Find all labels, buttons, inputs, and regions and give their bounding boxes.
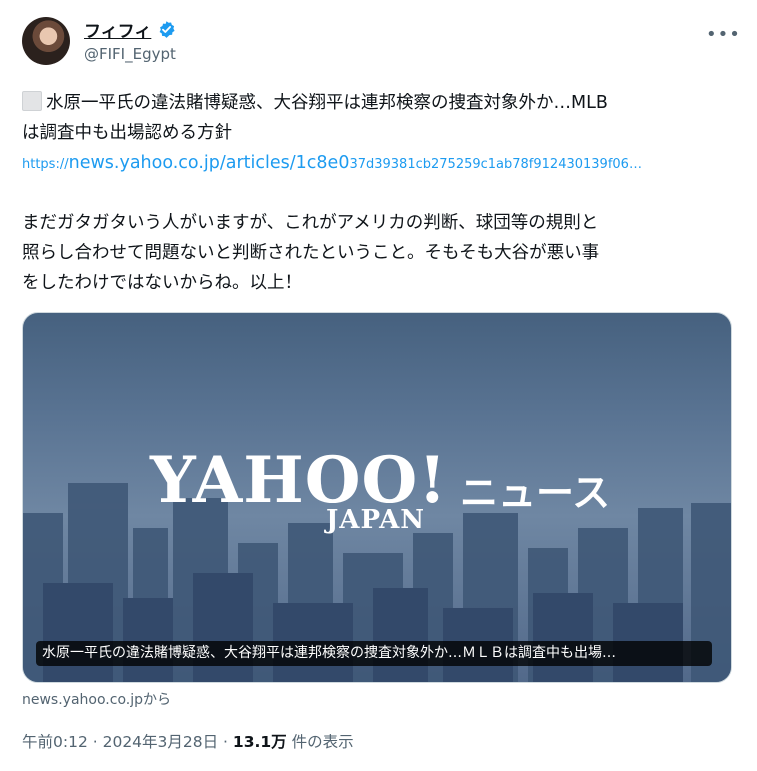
tweet-body-3: をしたわけではないからね。以上！ xyxy=(22,273,302,293)
tweet-date[interactable]: 2024年3月28日 xyxy=(103,733,219,751)
tweet-body-2: 照らし合わせて問題ないと判断されたということ。そもそも大谷が悪い事 xyxy=(22,243,600,263)
tweet-time[interactable]: 午前0:12 xyxy=(22,733,88,751)
tweet-meta: 午前0:12 · 2024年3月28日 · 13.1万 件の表示 xyxy=(22,730,354,752)
tweet-body-1: まだガタガタいう人がいますが、これがアメリカの判断、球団等の規則と xyxy=(22,213,599,233)
card-caption: 水原一平氏の違法賭博疑惑、大谷翔平は連邦検察の捜査対象外か…ＭＬＢは調査中も出場… xyxy=(36,641,712,666)
view-count: 13.1万 xyxy=(232,733,287,751)
card-source[interactable]: news.yahoo.co.jpから xyxy=(22,689,171,709)
newspaper-emoji-icon xyxy=(22,91,42,111)
author-handle[interactable]: @FIFI_Egypt xyxy=(84,45,176,63)
verified-badge-icon xyxy=(159,21,175,38)
logo-news-label: ニュース xyxy=(460,471,611,515)
article-link[interactable]: https://news.yahoo.co.jp/articles/1c8e03… xyxy=(22,153,642,173)
author-name[interactable]: フィフィ xyxy=(84,17,151,42)
logo-japan-label: JAPAN xyxy=(326,505,426,535)
meta-separator: · xyxy=(87,733,103,751)
link-rest: 37d39381cb275259c1ab78f912430139f06… xyxy=(349,157,642,172)
link-prefix: https:// xyxy=(22,157,69,172)
view-count-label: 件の表示 xyxy=(286,733,354,751)
more-dots-icon[interactable]: ••• xyxy=(706,24,741,45)
tweet-line-2: は調査中も出場認める方針 xyxy=(22,123,232,143)
author-name-row: フィフィ xyxy=(84,17,176,42)
tweet-line-1: 水原一平氏の違法賭博疑惑、大谷翔平は連邦検察の捜査対象外か…MLB xyxy=(22,88,608,118)
avatar[interactable] xyxy=(22,17,70,65)
tweet-text-1: 水原一平氏の違法賭博疑惑、大谷翔平は連邦検察の捜査対象外か…MLB xyxy=(46,93,608,113)
meta-separator: · xyxy=(218,733,233,751)
link-main: news.yahoo.co.jp/articles/1c8e0 xyxy=(68,153,350,173)
